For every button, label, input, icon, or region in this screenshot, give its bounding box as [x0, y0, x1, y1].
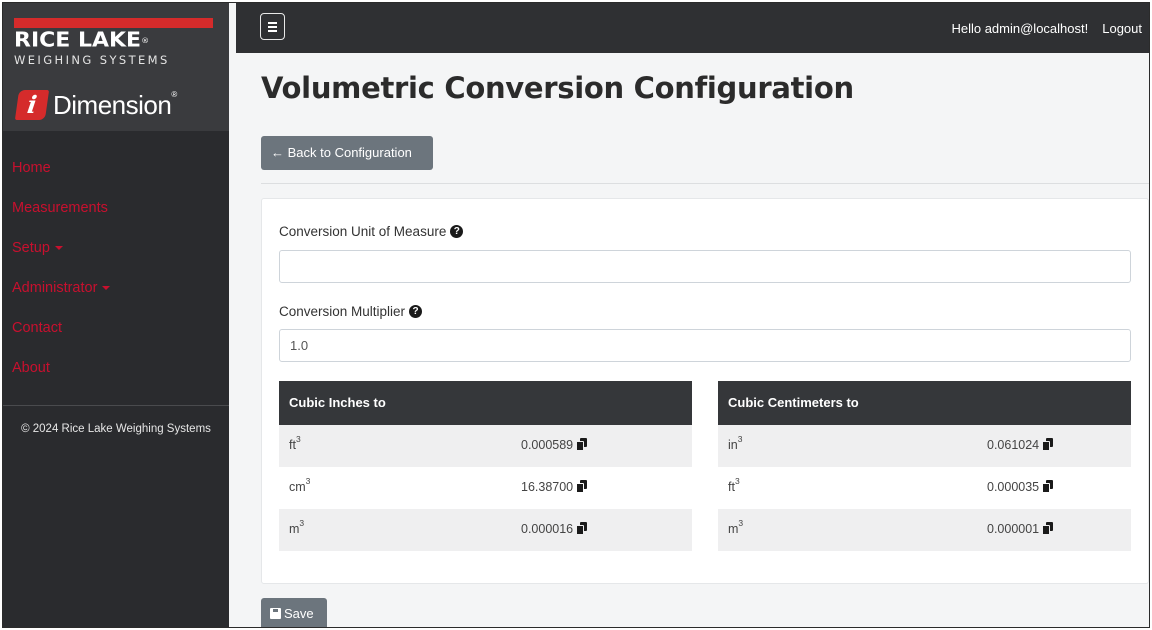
- table-header: Cubic Inches to: [279, 381, 692, 425]
- unit-cell: m3: [289, 518, 305, 536]
- sidebar: RICE LAKE® WEIGHING SYSTEMS i Dimension®…: [3, 3, 229, 627]
- sidebar-divider: [3, 405, 229, 406]
- help-icon[interactable]: ?: [409, 305, 423, 318]
- table-row: ft3 0.000589: [279, 425, 692, 467]
- unit-of-measure-input[interactable]: [279, 250, 1131, 283]
- sidebar-item-setup[interactable]: Setup: [3, 228, 229, 268]
- app-window: RICE LAKE® WEIGHING SYSTEMS i Dimension®…: [2, 2, 1150, 628]
- table-header: Cubic Centimeters to: [718, 381, 1131, 425]
- main-content: Volumetric Conversion Configuration ← Ba…: [236, 53, 1149, 627]
- table-row: in3 0.061024: [718, 425, 1131, 467]
- multiplier-label: Conversion Multiplier?: [279, 304, 423, 319]
- conversion-card: Conversion Unit of Measure? Conversion M…: [261, 198, 1149, 584]
- save-icon: [270, 608, 281, 619]
- hamburger-icon: [268, 22, 277, 24]
- copy-icon[interactable]: [576, 480, 588, 493]
- product-name: Dimension®: [53, 89, 177, 120]
- sidebar-item-home[interactable]: Home: [3, 148, 229, 188]
- save-button[interactable]: Save: [261, 598, 327, 627]
- page-title: Volumetric Conversion Configuration: [261, 71, 854, 105]
- value-cell: 0.061024: [987, 438, 1054, 452]
- brand-subtitle: WEIGHING SYSTEMS: [14, 53, 170, 67]
- table-row: m3 0.000001: [718, 509, 1131, 551]
- divider: [261, 183, 1149, 184]
- value-cell: 0.000035: [987, 480, 1054, 494]
- unit-cell: ft3: [728, 476, 740, 494]
- value-cell: 16.38700: [521, 480, 588, 494]
- user-greeting: Hello admin@localhost!: [951, 20, 1089, 36]
- sidebar-nav: Home Measurements Setup Administrator Co…: [3, 148, 229, 388]
- logo: RICE LAKE® WEIGHING SYSTEMS i Dimension®: [3, 3, 229, 131]
- unit-cell: in3: [728, 434, 743, 452]
- copyright-text: © 2024 Rice Lake Weighing Systems: [21, 423, 211, 435]
- product-i-icon: i: [14, 90, 50, 120]
- caret-down-icon: [54, 246, 63, 251]
- table-row: ft3 0.000035: [718, 467, 1131, 509]
- multiplier-input[interactable]: [279, 329, 1131, 362]
- caret-down-icon: [102, 286, 111, 291]
- brand-name: RICE LAKE®: [14, 29, 150, 53]
- unit-cell: cm3: [289, 476, 311, 494]
- back-to-configuration-button[interactable]: ← Back to Configuration: [261, 136, 433, 170]
- brand-red-bar: [14, 18, 213, 28]
- unit-cell: ft3: [289, 434, 301, 452]
- table-row: m3 0.000016: [279, 509, 692, 551]
- cubic-centimeters-table: Cubic Centimeters to in3 0.061024 ft3 0.…: [718, 381, 1131, 551]
- sidebar-item-measurements[interactable]: Measurements: [3, 188, 229, 228]
- table-row: cm3 16.38700: [279, 467, 692, 509]
- sidebar-item-contact[interactable]: Contact: [3, 308, 229, 348]
- copy-icon[interactable]: [576, 522, 588, 535]
- copy-icon[interactable]: [1042, 522, 1054, 535]
- value-cell: 0.000001: [987, 522, 1054, 536]
- logout-link[interactable]: Logout: [1102, 21, 1142, 36]
- value-cell: 0.000589: [521, 438, 588, 452]
- unit-of-measure-label: Conversion Unit of Measure?: [279, 224, 464, 239]
- copy-icon[interactable]: [576, 438, 588, 451]
- value-cell: 0.000016: [521, 522, 588, 536]
- product-logo: i Dimension®: [14, 88, 177, 122]
- help-icon[interactable]: ?: [450, 225, 464, 238]
- copy-icon[interactable]: [1042, 480, 1054, 493]
- sidebar-item-administrator[interactable]: Administrator: [3, 268, 229, 308]
- top-navbar: Hello admin@localhost! Logout: [236, 3, 1149, 53]
- unit-cell: m3: [728, 518, 744, 536]
- menu-toggle-button[interactable]: [260, 13, 285, 40]
- copy-icon[interactable]: [1042, 438, 1054, 451]
- sidebar-item-about[interactable]: About: [3, 348, 229, 388]
- cubic-inches-table: Cubic Inches to ft3 0.000589 cm3 16.3870…: [279, 381, 692, 551]
